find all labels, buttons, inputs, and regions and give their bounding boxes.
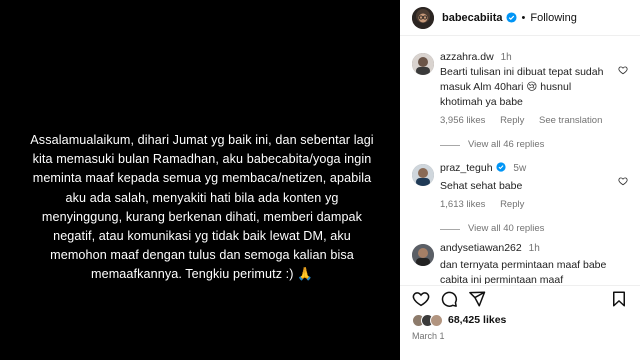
post-text-line: memaafkannya. Tengkiu perimutz :) 🙏	[91, 267, 313, 282]
following-button[interactable]: Following	[530, 12, 576, 24]
comment-avatar[interactable]	[412, 164, 434, 186]
comment-meta: 1,613 likes Reply	[440, 199, 640, 211]
view-replies-button[interactable]: View all 46 replies	[440, 139, 640, 151]
comment-icon[interactable]	[440, 290, 458, 308]
comment-like-count[interactable]: 1,613 likes	[440, 199, 485, 210]
header-separator: •	[521, 11, 526, 24]
post-likes-row[interactable]: 68,425 likes	[412, 313, 506, 327]
comment-item: azzahra.dw 1h Bearti tulisan ini dibuat …	[400, 50, 640, 151]
post-text-line: memohon maaf dengan tulus dan semoga kal…	[50, 248, 354, 263]
post-text-line: negatif, atau komunikasi yg tidak baik l…	[53, 229, 351, 244]
verified-badge-icon	[505, 12, 517, 23]
comment-username[interactable]: praz_teguh	[440, 162, 493, 174]
post-side-panel: babecabiita • Following azzahra.dw 1h Be…	[400, 0, 640, 360]
comment-username[interactable]: andysetiawan262	[440, 242, 522, 254]
comment-username[interactable]: azzahra.dw	[440, 51, 494, 63]
post-caption-image-text: Assalamualaikum, dihari Jumat yg baik in…	[0, 131, 400, 285]
heart-icon[interactable]	[412, 290, 430, 308]
view-replies-label: View all 46 replies	[468, 139, 545, 150]
comment-item: praz_teguh 5w Sehat sehat babe 1,613 lik…	[400, 161, 640, 235]
like-comment-heart-icon[interactable]	[618, 176, 628, 186]
avatar[interactable]	[412, 6, 434, 29]
comment-text: Sehat sehat babe	[440, 180, 523, 192]
comment-avatar[interactable]	[412, 53, 434, 75]
view-replies-button[interactable]: View all 40 replies	[440, 223, 640, 235]
replies-divider	[440, 228, 460, 230]
see-translation-button[interactable]: See translation	[539, 115, 602, 126]
comment-avatar[interactable]	[412, 244, 434, 266]
comment-text: Bearti tulisan ini dibuat tepat sudah ma…	[440, 66, 604, 108]
post-text-line: aku ada salah, menyakiti hati bila ada k…	[65, 190, 339, 205]
comments-list[interactable]: azzahra.dw 1h Bearti tulisan ini dibuat …	[400, 37, 640, 284]
comment-time: 5w	[513, 163, 527, 174]
comment-time: 1h	[500, 52, 512, 63]
reply-button[interactable]: Reply	[500, 199, 524, 210]
post-like-count[interactable]: 68,425 likes	[448, 314, 506, 326]
post-header: babecabiita • Following	[400, 0, 640, 36]
post-text-line: kita memasuki bulan Ramadhan, aku babeca…	[32, 152, 372, 167]
reply-button[interactable]: Reply	[500, 115, 524, 126]
post-text-line: menyinggung, kurang berkenan dihati, mem…	[41, 209, 363, 224]
like-comment-heart-icon[interactable]	[618, 65, 628, 75]
comment-text: dan ternyata permintaan maaf babe cabita…	[440, 259, 607, 284]
comment-meta: 3,956 likes Reply See translation	[440, 115, 640, 127]
post-image[interactable]: Assalamualaikum, dihari Jumat yg baik in…	[0, 0, 400, 360]
comment-time: 1h	[528, 243, 540, 254]
bookmark-icon[interactable]	[610, 290, 628, 308]
comment-item: andysetiawan262 1h dan ternyata perminta…	[400, 241, 640, 284]
verified-badge-icon	[496, 162, 507, 172]
header-username[interactable]: babecabiita	[442, 12, 503, 24]
post-text-line: Assalamualaikum, dihari Jumat yg baik in…	[30, 133, 374, 147]
post-actions-bar	[400, 285, 640, 313]
replies-divider	[440, 144, 460, 146]
post-date[interactable]: March 1	[412, 331, 445, 341]
post-text-line: meminta maaf kepada semua yg membaca/net…	[32, 171, 372, 186]
liker-avatar	[430, 313, 443, 327]
view-replies-label: View all 40 replies	[468, 223, 545, 234]
comment-like-count[interactable]: 3,956 likes	[440, 115, 485, 126]
share-icon[interactable]	[468, 290, 486, 308]
